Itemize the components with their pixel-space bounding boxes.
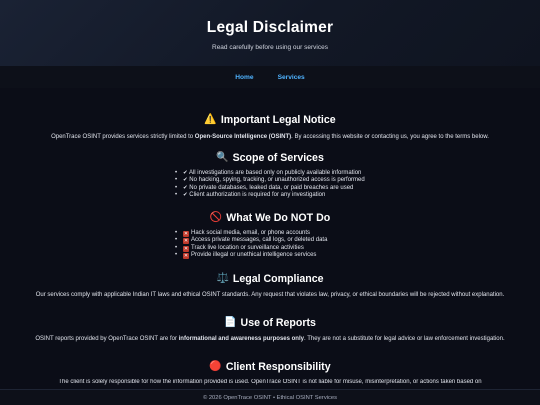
section-scope: 🔍 Scope of Services • ✔ All investigation…: [0, 152, 540, 199]
section-title: ⚠️ Important Legal Notice: [204, 114, 336, 126]
notice-text: OpenTrace OSINT provides services strict…: [51, 134, 489, 140]
section-title: 📄 Use of Reports: [224, 317, 316, 329]
cross-icon: ✕: [183, 245, 189, 252]
section-title: 🚫 What We Do NOT Do: [209, 212, 331, 224]
page-subtitle: Read carefully before using our services: [212, 44, 328, 51]
list-item: • ✔ No hacking, spying, tracking, or unau…: [175, 177, 365, 184]
section-not-do: 🚫 What We Do NOT Do • ✕ Hack social media,…: [0, 212, 540, 259]
page-header: Legal Disclaimer Read carefully before u…: [0, 0, 540, 66]
cross-icon: ✕: [183, 238, 189, 245]
list-item: • ✔ All investigations are based only on …: [175, 170, 362, 176]
list-item: • ✕ Hack social media, email, or phone acc…: [175, 230, 311, 237]
document-icon: 📄: [224, 317, 237, 328]
page-title: Legal Disclaimer: [206, 19, 334, 36]
compliance-text: Our services comply with applicable Indi…: [35, 292, 505, 298]
client-text: The client is solely responsible for how…: [58, 379, 482, 385]
cross-icon: ✕: [183, 231, 189, 237]
warning-icon: ⚠️: [204, 114, 217, 125]
nav-link-services[interactable]: Services: [272, 74, 311, 81]
reports-text: OSINT reports provided by OpenTrace OSIN…: [35, 336, 505, 342]
check-icon: ✔: [183, 184, 188, 191]
section-title: 🔴 Client Responsibility: [209, 361, 331, 373]
prohibited-icon: 🚫: [209, 212, 223, 223]
not-do-list: • ✕ Hack social media, email, or phone acc…: [175, 230, 365, 259]
list-item: • ✕ Track live location or surveillance ac…: [175, 244, 304, 252]
footer-text: © 2026 OpenTrace OSINT • Ethical OSINT S…: [202, 394, 338, 401]
list-item: • ✕ Access private messages, call logs, or…: [175, 237, 328, 245]
section-legal-notice: ⚠️ Important Legal Notice OpenTrace OSIN…: [0, 114, 540, 141]
cross-icon: ✕: [183, 252, 189, 259]
section-compliance: ⚖️ Legal Compliance Our services comply …: [0, 273, 540, 299]
list-item: • ✕ Provide illegal or unethical intellige…: [175, 251, 317, 259]
scales-icon: ⚖️: [216, 273, 229, 284]
magnifier-icon: 🔍: [216, 152, 229, 163]
check-icon: ✔: [183, 170, 188, 176]
page-footer: © 2026 OpenTrace OSINT • Ethical OSINT S…: [0, 389, 540, 405]
section-reports: 📄 Use of Reports OSINT reports provided …: [0, 317, 540, 343]
nav-link-home[interactable]: Home: [229, 74, 259, 81]
top-nav: Home Services: [0, 66, 540, 88]
scope-list: • ✔ All investigations are based only on …: [175, 170, 365, 199]
check-icon: ✔: [183, 177, 188, 184]
list-item: • ✔ No private databases, leaked data, or…: [175, 184, 354, 191]
list-item: • ✔ Client authorization is required for …: [175, 191, 326, 198]
section-title: ⚖️ Legal Compliance: [216, 273, 324, 285]
check-icon: ✔: [183, 191, 188, 198]
red-circle-icon: 🔴: [209, 361, 222, 372]
section-client: 🔴 Client Responsibility The client is so…: [0, 361, 540, 386]
section-title: 🔍 Scope of Services: [216, 152, 324, 164]
